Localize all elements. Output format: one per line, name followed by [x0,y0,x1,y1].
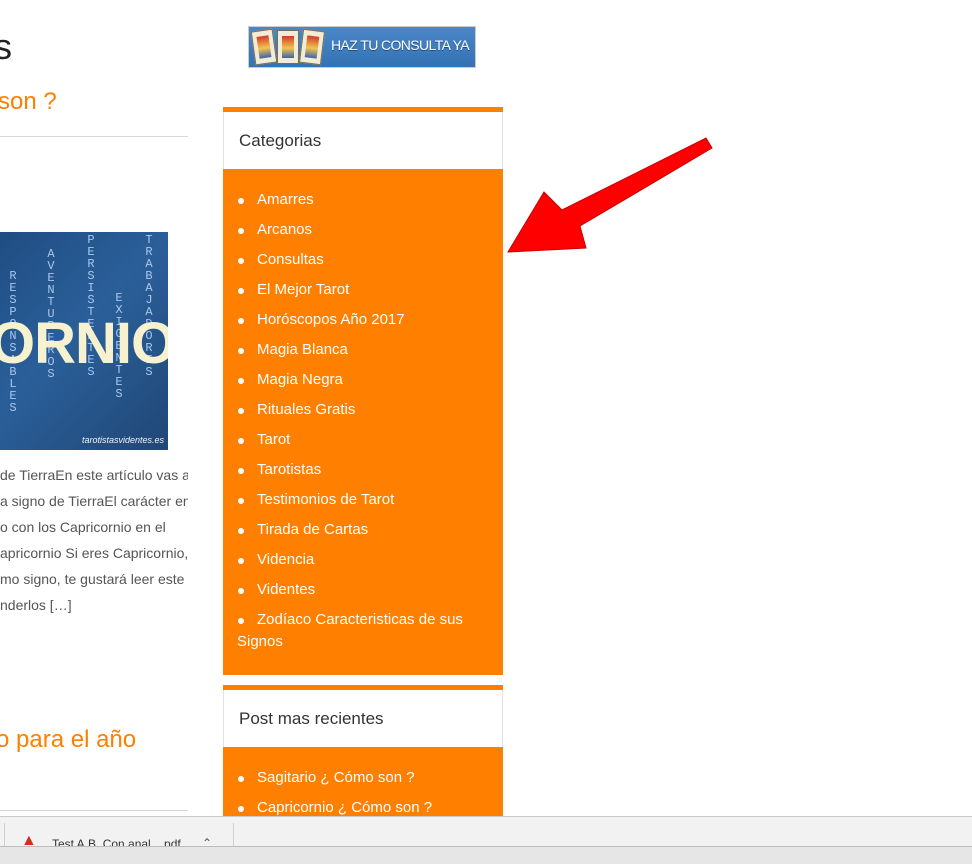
download-bar-separator [233,823,234,846]
bullet-icon [238,438,244,444]
chevron-up-icon[interactable]: ⌃ [202,836,212,846]
download-bar: ▲ Test A.B. Con anal... pdf ⌃ [0,816,972,846]
thumbnail-watermark: tarotistasvidentes.es [81,435,164,445]
tarot-card-icon [250,28,278,66]
recent-post-list: Sagitario ¿ Cómo son ? Capricornio ¿ Cóm… [223,747,503,816]
post-title-link[interactable]: son ? [0,88,57,116]
recent-post-item[interactable]: Sagitario ¿ Cómo son ? [237,763,489,793]
category-item[interactable]: Videncia [237,545,489,575]
post-title-link[interactable]: o para el año [0,726,136,754]
bullet-icon [238,228,244,234]
bullet-icon [238,318,244,324]
post-divider [0,136,188,137]
main-content-column: s son ? RESPONSABLES AVENTUREROS PERSIST… [0,0,188,816]
category-item[interactable]: Tirada de Cartas [237,515,489,545]
bullet-icon [238,558,244,564]
category-list: Amarres Arcanos Consultas El Mejor Tarot… [223,169,503,675]
recent-post-item[interactable]: Capricornio ¿ Cómo son ? [237,793,489,816]
page-heading: s [0,26,12,67]
post-thumbnail[interactable]: RESPONSABLES AVENTUREROS PERSISTENTES EX… [0,232,168,450]
red-arrow-icon [507,137,713,253]
post-excerpt: de TierraEn este artículo vas a a signo … [0,462,188,618]
tarot-card-icon [277,30,299,64]
bullet-icon [238,618,244,624]
category-item[interactable]: Testimonios de Tarot [237,485,489,515]
excerpt-line: mo signo, te gustará leer este [0,571,185,587]
bullet-icon [238,348,244,354]
categories-widget: Categorias Amarres Arcanos Consultas El … [223,107,503,675]
download-bar-separator [4,823,5,846]
excerpt-line: nderlos […] [0,597,72,613]
excerpt-line: de TierraEn este artículo vas a [0,467,188,483]
category-item[interactable]: Rituales Gratis [237,395,489,425]
excerpt-line: a signo de TierraEl carácter en [0,493,188,509]
widget-header: Categorias [223,112,503,169]
excerpt-line: apricornio Si eres Capricornio, [0,545,188,561]
bullet-icon [238,468,244,474]
bullet-icon [238,806,244,812]
category-item[interactable]: Magia Blanca [237,335,489,365]
tarot-card-icon [299,28,325,66]
category-item[interactable]: Zodíaco Caracteristicas de sus Signos [237,605,489,657]
pdf-icon: ▲ [21,832,37,847]
category-item[interactable]: Tarot [237,425,489,455]
excerpt-line: o con los Capricornio en el [0,519,166,535]
category-item[interactable]: Videntes [237,575,489,605]
widget-title: Categorias [239,131,322,150]
category-item[interactable]: El Mejor Tarot [237,275,489,305]
category-item[interactable]: Amarres [237,185,489,215]
bullet-icon [238,408,244,414]
bullet-icon [238,588,244,594]
window-bottom-strip [0,846,972,864]
widget-header: Post mas recientes [223,690,503,747]
bullet-icon [238,198,244,204]
download-file-name[interactable]: Test A.B. Con anal... pdf [52,837,181,846]
post-divider [0,810,188,811]
bullet-icon [238,498,244,504]
category-item[interactable]: Consultas [237,245,489,275]
banner-text: HAZ TU CONSULTA YA [331,37,470,53]
bullet-icon [238,528,244,534]
bullet-icon [238,776,244,782]
bullet-icon [238,378,244,384]
recent-posts-widget: Post mas recientes Sagitario ¿ Cómo son … [223,685,503,816]
category-item[interactable]: Horóscopos Año 2017 [237,305,489,335]
category-item[interactable]: Magia Negra [237,365,489,395]
thumbnail-big-text: ORNIO [0,311,168,376]
widget-title: Post mas recientes [239,709,384,728]
bullet-icon [238,258,244,264]
consult-banner[interactable]: HAZ TU CONSULTA YA [248,26,476,68]
category-item[interactable]: Tarotistas [237,455,489,485]
category-item[interactable]: Arcanos [237,215,489,245]
bullet-icon [238,288,244,294]
